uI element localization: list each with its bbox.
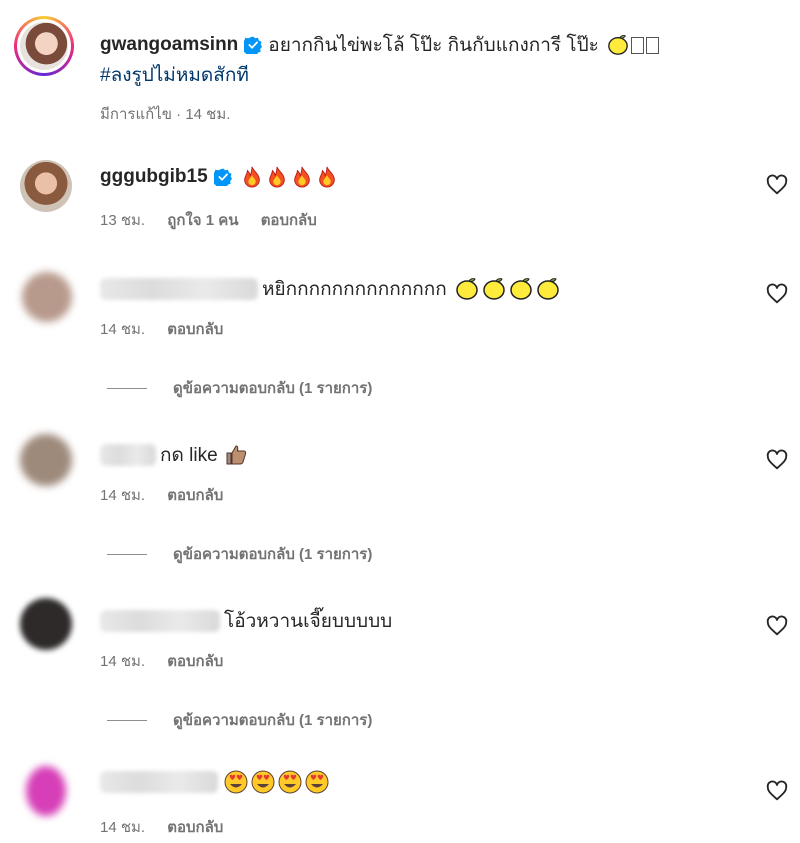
comment-item: โอ้วหวานเจี๊ยบบบบบ 14 ชม. ตอบกลับ ดูข้อค… xyxy=(0,594,800,734)
post-meta: มีการแก้ไข · 14 ชม. xyxy=(100,106,231,123)
thumbs-up-icon xyxy=(224,443,248,467)
post-username[interactable]: gwangoamsinn xyxy=(100,34,238,56)
view-replies-label: ดูข้อความตอบกลับ (1 รายการ) xyxy=(173,546,373,563)
like-heart-icon[interactable] xyxy=(766,174,788,196)
comment-time: 14 ชม. xyxy=(100,321,146,338)
lemon-icon xyxy=(536,277,560,301)
heart-eyes-icon xyxy=(251,770,275,794)
fire-icon xyxy=(241,166,263,188)
hashtag-link[interactable]: #ลงรูปไม่หมดสักที xyxy=(100,65,249,86)
heart-eyes-icon xyxy=(224,770,248,794)
comment-time: 14 ชม. xyxy=(100,819,146,836)
post-caption: gwangoamsinn อยากกินไข่พะโล้ โป๊ะ กินกับ… xyxy=(0,0,800,140)
like-heart-icon[interactable] xyxy=(766,283,788,305)
comment-text: โอ้วหวานเจี๊ยบบบบบ xyxy=(224,611,393,632)
heart-eyes-icon xyxy=(278,770,302,794)
view-replies-label: ดูข้อความตอบกลับ (1 รายการ) xyxy=(173,712,373,729)
comment-time: 14 ชม. xyxy=(100,653,146,670)
avatar[interactable] xyxy=(20,22,68,70)
divider xyxy=(107,553,147,555)
heart-eyes-icon xyxy=(305,770,329,794)
like-heart-icon[interactable] xyxy=(766,615,788,637)
like-heart-icon[interactable] xyxy=(766,780,788,802)
comment-username-blurred[interactable] xyxy=(100,444,156,466)
comment-time: 14 ชม. xyxy=(100,487,146,504)
divider xyxy=(107,387,147,389)
fire-icon xyxy=(291,166,313,188)
avatar[interactable] xyxy=(20,434,72,486)
unrendered-glyph-icon xyxy=(630,36,644,54)
view-replies-button[interactable]: ดูข้อความตอบกลับ (1 รายการ) xyxy=(107,542,372,566)
reply-button[interactable]: ตอบกลับ xyxy=(167,487,223,504)
comment-username-blurred[interactable] xyxy=(100,610,220,632)
view-replies-button[interactable]: ดูข้อความตอบกลับ (1 รายการ) xyxy=(107,708,372,732)
lemon-icon xyxy=(509,277,533,301)
lemon-icon xyxy=(455,277,479,301)
comment-item: หยิกกกกกกกกกกกกกก 14 ชม. ตอบกลับ ดูข้อคว… xyxy=(0,262,800,402)
comment-text: หยิกกกกกกกกกกกกกก xyxy=(262,279,447,300)
comment-item: กด like 14 ชม. ตอบกลับ ดูข้อความตอบกลับ … xyxy=(0,428,800,568)
fire-icon xyxy=(266,166,288,188)
unrendered-glyph-icon xyxy=(645,36,659,54)
divider xyxy=(107,719,147,721)
verified-icon xyxy=(244,36,262,54)
view-replies-label: ดูข้อความตอบกลับ (1 รายการ) xyxy=(173,380,373,397)
avatar[interactable] xyxy=(26,766,66,816)
avatar[interactable] xyxy=(20,160,72,212)
reply-button[interactable]: ตอบกลับ xyxy=(261,212,317,229)
lemon-icon xyxy=(482,277,506,301)
comment-item: gggubgib15 13 ชม. ถูกใจ 1 คน ตอบกลับ xyxy=(0,150,800,250)
reply-button[interactable]: ตอบกลับ xyxy=(167,653,223,670)
lemon-icon xyxy=(607,34,629,56)
reply-button[interactable]: ตอบกลับ xyxy=(167,819,223,836)
comment-item: 14 ชม. ตอบกลับ xyxy=(0,760,800,843)
comment-username-blurred[interactable] xyxy=(100,278,258,300)
post-caption-text: อยากกินไข่พะโล้ โป๊ะ กินกับแกงการี โป๊ะ xyxy=(268,35,599,56)
comment-text: กด like xyxy=(160,445,218,466)
like-count[interactable]: ถูกใจ 1 คน xyxy=(167,212,238,229)
story-ring[interactable] xyxy=(14,16,74,76)
verified-icon xyxy=(214,168,232,186)
reply-button[interactable]: ตอบกลับ xyxy=(167,321,223,338)
comment-username[interactable]: gggubgib15 xyxy=(100,166,208,188)
fire-icon xyxy=(316,166,338,188)
avatar[interactable] xyxy=(20,598,72,650)
comment-username-blurred[interactable] xyxy=(100,771,218,793)
avatar[interactable] xyxy=(22,272,72,322)
like-heart-icon[interactable] xyxy=(766,449,788,471)
comment-time: 13 ชม. xyxy=(100,212,146,229)
view-replies-button[interactable]: ดูข้อความตอบกลับ (1 รายการ) xyxy=(107,376,372,400)
